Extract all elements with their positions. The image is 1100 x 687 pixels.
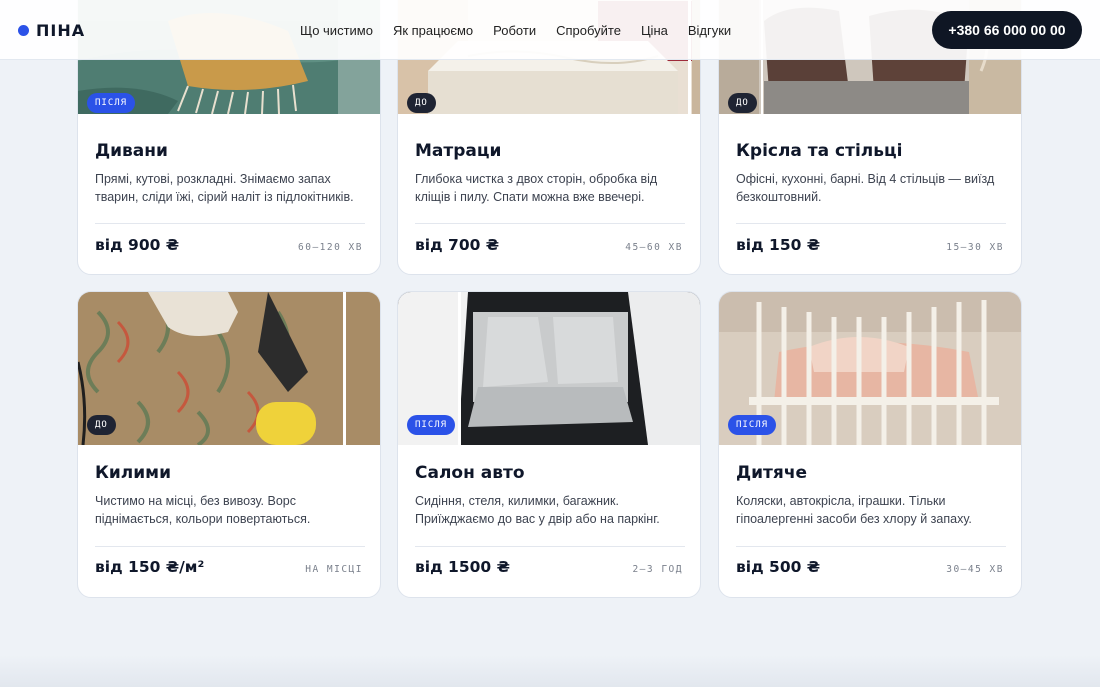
card-divider [95, 546, 365, 547]
phone-call-button[interactable]: +380 66 000 00 00 [932, 11, 1082, 49]
card-description: Сидіння, стеля, килимки, багажник. Приїж… [415, 494, 660, 526]
card-price: від 150 ₴/м² [95, 558, 205, 576]
nav-item-what-we-clean[interactable]: Що чистимо [300, 23, 373, 38]
card-title: Салон авто [415, 463, 525, 483]
card-title: Килими [95, 463, 171, 483]
card-divider [736, 223, 1006, 224]
main-nav: Що чистимо Як працюємо Роботи Спробуйте … [300, 22, 751, 39]
card-title: Дитяче [736, 463, 808, 483]
badge-after: ПІСЛЯ [728, 415, 777, 435]
card-description: Коляски, автокрісла, іграшки. Тільки гіп… [736, 494, 972, 526]
card-price: від 500 ₴ [736, 558, 821, 576]
section-bottom-fade [0, 655, 1100, 687]
card-duration: 2–3 ГОД [632, 564, 683, 575]
card-divider [736, 546, 1006, 547]
card-description: Офісні, кухонні, барні. Від 4 стільців —… [736, 172, 995, 204]
card-divider [95, 223, 365, 224]
brand-name: ПІНА [36, 20, 86, 40]
card-divider [415, 223, 685, 224]
badge-after: ПІСЛЯ [407, 415, 456, 435]
card-duration: 30–45 ХВ [946, 564, 1004, 575]
service-card-carpets[interactable]: ДО Килими Чистимо на місці, без вивозу. … [77, 291, 381, 598]
badge-before: ДО [87, 415, 116, 435]
card-description: Чистимо на місці, без вивозу. Ворс підні… [95, 494, 311, 526]
card-title: Крісла та стільці [736, 141, 903, 161]
card-duration: НА МІСЦІ [305, 564, 363, 575]
nav-item-works[interactable]: Роботи [493, 23, 536, 38]
brand-logo[interactable]: ПІНА [18, 20, 86, 40]
card-price: від 150 ₴ [736, 236, 821, 254]
card-divider [415, 546, 685, 547]
card-price: від 900 ₴ [95, 236, 180, 254]
nav-item-how-we-work[interactable]: Як працюємо [393, 23, 473, 38]
carpet-photo [78, 292, 380, 445]
card-price: від 1500 ₴ [415, 558, 510, 576]
card-duration: 15–30 ХВ [946, 242, 1004, 253]
card-duration: 60–120 ХВ [298, 242, 363, 253]
card-description: Глибока чистка з двох сторін, обробка ві… [415, 172, 658, 204]
service-card-kids[interactable]: ПІСЛЯ Дитяче Коляски, автокрісла, іграшк… [718, 291, 1022, 598]
badge-before: ДО [728, 93, 757, 113]
logo-dot-icon [18, 24, 29, 36]
card-duration: 45–60 ХВ [625, 242, 683, 253]
card-title: Дивани [95, 141, 168, 161]
nav-item-price[interactable]: Ціна [641, 23, 668, 38]
card-description: Прямі, кутові, розкладні. Знімаємо запах… [95, 172, 354, 204]
card-title: Матраци [415, 141, 502, 161]
nav-item-try[interactable]: Спробуйте [556, 23, 621, 38]
badge-before: ДО [407, 93, 436, 113]
site-header: ПІНА Що чистимо Як працюємо Роботи Спроб… [0, 0, 1100, 60]
badge-after: ПІСЛЯ [87, 93, 136, 113]
nav-item-reviews[interactable]: Відгуки [688, 23, 731, 38]
service-card-car-interior[interactable]: ПІСЛЯ Салон авто Сидіння, стеля, килимки… [397, 291, 701, 598]
card-price: від 700 ₴ [415, 236, 500, 254]
